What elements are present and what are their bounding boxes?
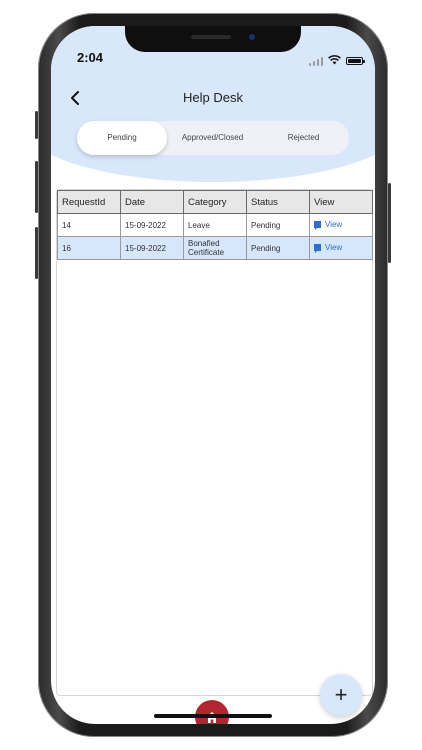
view-link[interactable]: View [314,243,343,253]
table-row[interactable]: 16 15-09-2022 Bonafied Certificate Pendi… [57,236,373,260]
column-header-requestid: RequestId [57,190,121,214]
power-button [388,183,391,263]
column-header-category: Category [183,190,247,214]
signal-icon [309,56,323,66]
phone-frame: 2:04 Help Desk Pending Approved/Closed R… [35,13,391,737]
view-link-label: View [325,220,343,229]
column-header-date: Date [120,190,184,214]
app-screen: 2:04 Help Desk Pending Approved/Closed R… [51,26,375,724]
view-link[interactable]: View [314,220,343,230]
requests-table: RequestId Date Category Status View 14 1… [57,190,373,260]
home-indicator[interactable] [154,714,272,718]
cell-view: View [309,236,373,260]
cell-date: 15-09-2022 [120,213,184,237]
flag-icon [314,244,321,253]
flag-icon [314,221,321,230]
volume-down-button [35,227,38,279]
table-row[interactable]: 14 15-09-2022 Leave Pending View [57,213,373,237]
table-header-row: RequestId Date Category Status View [57,190,373,214]
speaker [191,35,231,39]
add-request-button[interactable]: + [320,674,362,716]
home-button[interactable] [191,696,233,724]
battery-icon [346,57,365,65]
plus-icon: + [334,682,348,707]
status-tabs: Pending Approved/Closed Rejected [77,121,349,155]
status-time: 2:04 [77,50,104,65]
cell-category: Bonafied Certificate [183,236,247,260]
home-button-inner [195,700,229,724]
column-header-view: View [309,190,373,214]
view-link-label: View [325,243,343,252]
tab-approved-closed[interactable]: Approved/Closed [167,121,258,155]
page-title: Help Desk [183,90,243,105]
cell-date: 15-09-2022 [120,236,184,260]
status-icons [309,52,365,70]
requests-table-container: RequestId Date Category Status View 14 1… [56,189,373,696]
notch [125,26,301,52]
cell-category: Leave [183,213,247,237]
cell-request-id: 14 [57,213,121,237]
tab-rejected[interactable]: Rejected [258,121,349,155]
tab-pending[interactable]: Pending [77,121,167,155]
wifi-icon [328,52,341,70]
cell-status: Pending [246,236,310,260]
volume-up-button [35,161,38,213]
mute-switch [35,111,38,139]
cell-request-id: 16 [57,236,121,260]
cell-view: View [309,213,373,237]
column-header-status: Status [246,190,310,214]
front-camera [249,34,255,40]
cell-status: Pending [246,213,310,237]
